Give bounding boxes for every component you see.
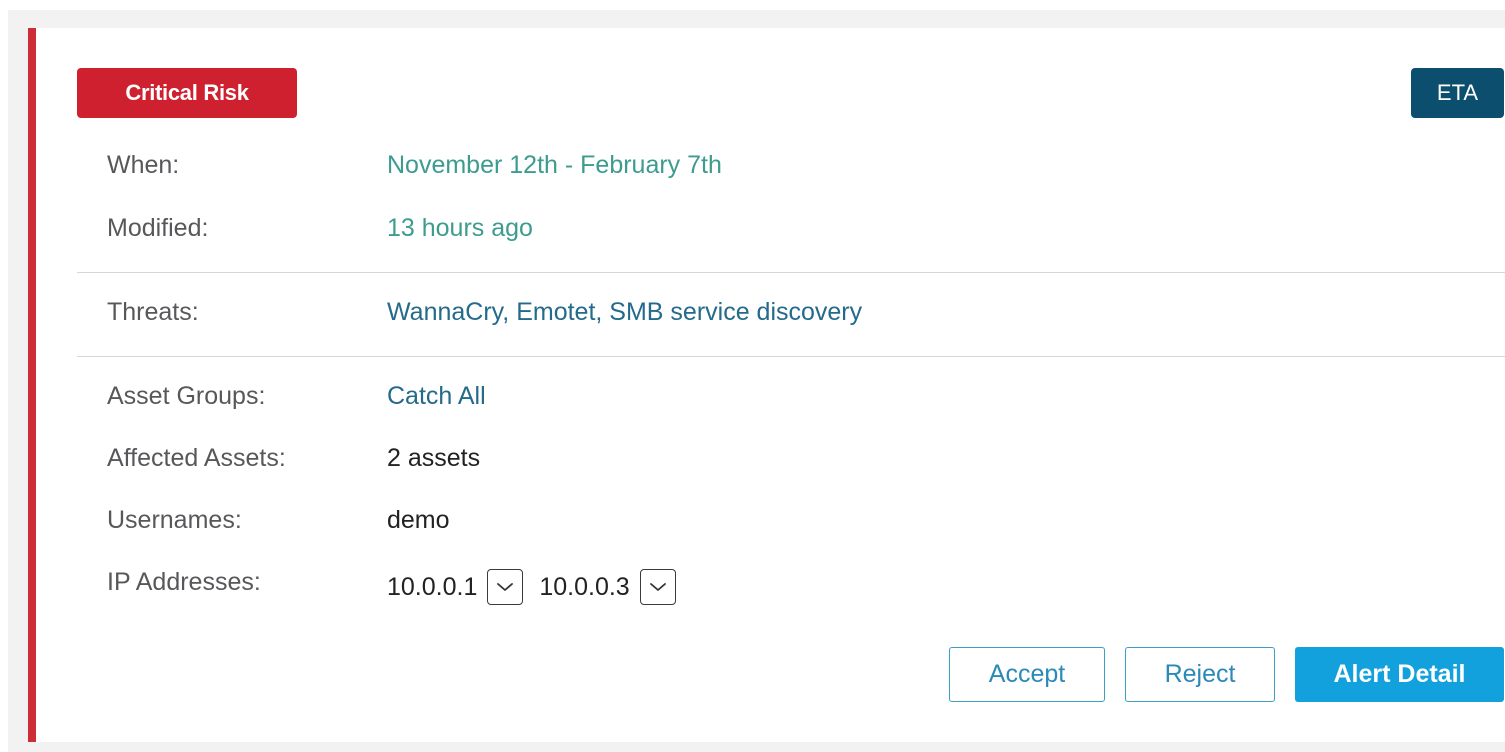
threats-value[interactable]: WannaCry, Emotet, SMB service discovery	[387, 297, 862, 327]
alert-card: Critical Risk ETA When: November 12th - …	[28, 28, 1505, 742]
accept-button[interactable]: Accept	[949, 647, 1105, 702]
chevron-down-icon	[497, 583, 514, 591]
ip-expand-button[interactable]	[487, 569, 524, 605]
threats-label: Threats:	[107, 298, 199, 326]
alert-detail-button[interactable]: Alert Detail	[1295, 647, 1504, 702]
when-label: When:	[107, 151, 180, 179]
eta-badge: ETA	[1411, 68, 1504, 118]
usernames-value: demo	[387, 506, 450, 534]
asset-groups-value[interactable]: Catch All	[387, 381, 486, 411]
affected-assets-label: Affected Assets:	[107, 444, 286, 472]
reject-button[interactable]: Reject	[1125, 647, 1275, 702]
ip-address: 10.0.0.1	[387, 573, 478, 601]
when-value[interactable]: November 12th - February 7th	[387, 150, 722, 180]
divider	[77, 272, 1505, 273]
severity-stripe	[28, 28, 36, 742]
ip-addresses-label: IP Addresses:	[107, 568, 261, 596]
ip-address-list: 10.0.0.1 10.0.0.3	[387, 568, 692, 606]
ip-expand-button[interactable]	[639, 569, 676, 605]
affected-assets-value: 2 assets	[387, 444, 481, 472]
usernames-label: Usernames:	[107, 506, 242, 534]
asset-groups-label: Asset Groups:	[107, 382, 266, 410]
severity-badge: Critical Risk	[77, 68, 297, 118]
modified-label: Modified:	[107, 214, 209, 242]
divider	[77, 356, 1505, 357]
modified-value[interactable]: 13 hours ago	[387, 213, 533, 243]
ip-address: 10.0.0.3	[539, 573, 630, 601]
chevron-down-icon	[649, 583, 666, 591]
